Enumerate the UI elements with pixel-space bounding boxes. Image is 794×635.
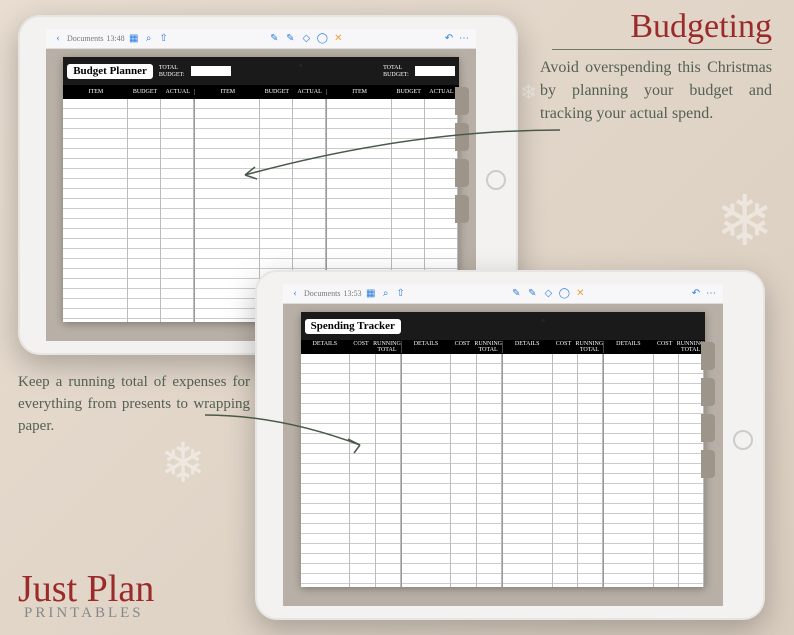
column-headers-row: ITEM BUDGET ACTUAL ITEM BUDGET ACTUAL IT… <box>63 85 459 99</box>
undo-icon[interactable]: ↶ <box>690 288 702 300</box>
col-cost: COST <box>349 341 373 353</box>
app-toolbar: ‹ Documents 13:48 ▦ ⌕ ⇧ ✎ ✎ ◇ ◯ ✕ ↶ ⋯ <box>46 29 476 49</box>
side-tab[interactable] <box>455 123 469 151</box>
eraser-icon[interactable]: ◇ <box>300 33 312 45</box>
share-icon[interactable]: ⇧ <box>158 33 170 45</box>
side-tabs <box>455 87 469 223</box>
col-details: DETAILS <box>604 341 652 353</box>
header-sub-budget-2: BUDGET: <box>383 72 409 78</box>
column-headers-row: DETAILS COST RUNNING TOTAL DETAILS COST … <box>301 340 706 354</box>
col-item: ITEM <box>195 89 260 95</box>
close-tool-icon[interactable]: ✕ <box>332 33 344 45</box>
back-icon[interactable]: ‹ <box>52 33 64 45</box>
page-title-badge: Spending Tracker <box>305 319 401 334</box>
thumbnails-icon[interactable]: ▦ <box>365 288 377 300</box>
col-budget: BUDGET <box>392 89 425 95</box>
col-budget: BUDGET <box>129 89 162 95</box>
total-input-box[interactable] <box>415 66 455 76</box>
back-label[interactable]: Documents <box>67 34 103 43</box>
section-heading: Budgeting <box>630 8 772 46</box>
side-tab[interactable] <box>701 342 715 370</box>
lasso-icon[interactable]: ◯ <box>316 33 328 45</box>
col-details: DETAILS <box>402 341 450 353</box>
spending-tracker-page: Spending Tracker DETAILS COST RUNNING TO… <box>301 312 706 587</box>
highlighter-icon[interactable]: ✎ <box>284 33 296 45</box>
page-header-strip: Spending Tracker <box>301 312 706 340</box>
ipad-screen: ‹ Documents 13:53 ▦ ⌕ ⇧ ✎ ✎ ◇ ◯ ✕ ↶ ⋯ <box>283 284 723 606</box>
heading-underline <box>552 49 772 50</box>
col-item: ITEM <box>63 89 128 95</box>
highlighter-icon[interactable]: ✎ <box>526 288 538 300</box>
more-icon[interactable]: ⋯ <box>705 288 717 300</box>
col-running: RUNNING TOTAL <box>576 341 604 353</box>
header-sub-budget: BUDGET: <box>159 72 185 78</box>
close-tool-icon[interactable]: ✕ <box>574 288 586 300</box>
col-item: ITEM <box>327 89 392 95</box>
header-sub-total: TOTAL <box>159 65 185 71</box>
col-details: DETAILS <box>503 341 551 353</box>
snowflake-decoration: ❄ <box>160 431 206 495</box>
col-running: RUNNING TOTAL <box>474 341 502 353</box>
side-tabs <box>701 342 715 478</box>
side-tab[interactable] <box>455 87 469 115</box>
col-budget: BUDGET <box>261 89 294 95</box>
search-icon[interactable]: ⌕ <box>143 33 155 45</box>
app-toolbar: ‹ Documents 13:53 ▦ ⌕ ⇧ ✎ ✎ ◇ ◯ ✕ ↶ ⋯ <box>283 284 723 304</box>
col-running: RUNNING TOTAL <box>677 341 705 353</box>
callout-text-right: Avoid overspending this Christmas by pla… <box>540 56 772 126</box>
share-icon[interactable]: ⇧ <box>395 288 407 300</box>
lined-body[interactable] <box>301 354 706 587</box>
time-label: 13:48 <box>106 34 124 43</box>
page-canvas[interactable]: Spending Tracker DETAILS COST RUNNING TO… <box>283 304 723 606</box>
side-tab[interactable] <box>701 450 715 478</box>
brand-line2: Printables <box>24 607 154 620</box>
callout-text-left: Keep a running total of expenses for eve… <box>18 372 250 437</box>
side-tab[interactable] <box>455 195 469 223</box>
side-tab[interactable] <box>701 414 715 442</box>
back-icon[interactable]: ‹ <box>289 288 301 300</box>
pen-icon[interactable]: ✎ <box>510 288 522 300</box>
page-title-badge: Budget Planner <box>67 64 153 79</box>
total-input-box[interactable] <box>191 66 231 76</box>
col-details: DETAILS <box>301 341 349 353</box>
snowflake-decoration: ❄ <box>520 80 537 105</box>
ipad-home-button[interactable] <box>486 170 506 190</box>
side-tab[interactable] <box>701 378 715 406</box>
ipad-spending-tracker: ‹ Documents 13:53 ▦ ⌕ ⇧ ✎ ✎ ◇ ◯ ✕ ↶ ⋯ <box>255 270 765 620</box>
more-icon[interactable]: ⋯ <box>458 33 470 45</box>
col-cost: COST <box>653 341 677 353</box>
col-actual: ACTUAL <box>161 89 194 95</box>
side-tab[interactable] <box>455 159 469 187</box>
lasso-icon[interactable]: ◯ <box>558 288 570 300</box>
brand-logo: Just Plan Printables <box>18 573 154 620</box>
col-cost: COST <box>551 341 575 353</box>
pen-icon[interactable]: ✎ <box>268 33 280 45</box>
col-running: RUNNING TOTAL <box>373 341 401 353</box>
undo-icon[interactable]: ↶ <box>443 33 455 45</box>
thumbnails-icon[interactable]: ▦ <box>128 33 140 45</box>
col-actual: ACTUAL <box>425 89 458 95</box>
snowflake-decoration: ❄ <box>715 180 774 263</box>
header-sub-total-2: TOTAL <box>383 65 409 71</box>
col-actual: ACTUAL <box>293 89 326 95</box>
col-cost: COST <box>450 341 474 353</box>
page-header-strip: Budget Planner TOTAL BUDGET: TOTAL BUDGE… <box>63 57 459 85</box>
search-icon[interactable]: ⌕ <box>380 288 392 300</box>
brand-line1: Just Plan <box>18 573 154 605</box>
ipad-home-button[interactable] <box>733 430 753 450</box>
eraser-icon[interactable]: ◇ <box>542 288 554 300</box>
time-label: 13:53 <box>343 289 361 298</box>
back-label[interactable]: Documents <box>304 289 340 298</box>
